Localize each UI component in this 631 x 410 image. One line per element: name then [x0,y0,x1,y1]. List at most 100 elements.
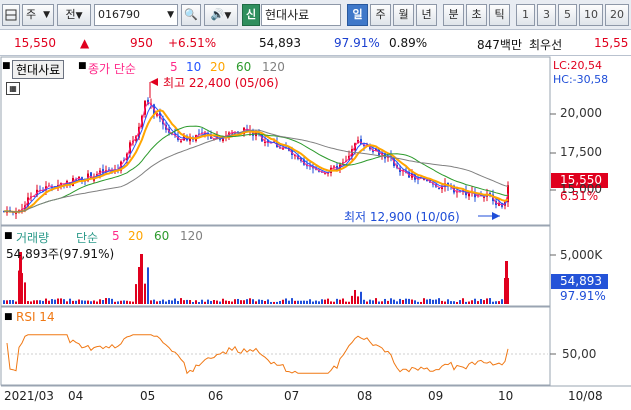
stock-title-box[interactable]: 현대사료 [12,60,65,79]
period-tick-button[interactable]: 틱 [489,4,510,26]
grid-toggle-icon[interactable]: ▦ [6,82,20,95]
volume-bar [447,299,449,304]
volume-bar [93,300,95,304]
volume-bar [498,301,500,304]
candle-body [483,196,485,198]
period-day-button[interactable]: 일 [347,4,368,26]
interval-1-button[interactable]: 1 [516,4,535,26]
volume-bar [360,291,362,304]
volume-bar [450,301,452,304]
volume-bar [84,300,86,304]
volume-bar [483,300,485,304]
volume-bar [45,298,47,304]
volume-bar [192,301,194,304]
volume-spike-bar [140,254,143,304]
volume-bar [24,282,26,304]
up-arrow-icon: ▲ [80,36,90,50]
period-year-button[interactable]: 년 [416,4,437,26]
volume-bar [249,298,251,304]
low-note: 최저 12,900 (10/06) [344,210,460,224]
volume-bar [243,300,245,304]
interval-10-label: 10 [584,8,598,21]
volume-bar [306,300,308,304]
period-minute-label: 분 [448,8,459,21]
volume-bar [300,300,302,304]
volume-value: 54,893 [259,36,301,50]
volume-bar [258,299,260,304]
volume-bar [405,298,407,304]
price-axis-17500: 17,500 [560,145,602,159]
best-ask-label: 최우선 [529,38,563,52]
rsi-axis-50: 50,00 [562,347,597,361]
volume-ma-120: 120 [180,229,203,243]
volume-bar [477,301,479,304]
interval-20-label: 20 [610,8,624,21]
x-label-06: 06 [208,389,224,403]
period-second-button[interactable]: 초 [466,4,487,26]
chevron-down-icon: ▼ [75,11,83,21]
volume-bar [420,301,422,304]
volume-ma-60: 60 [154,229,170,243]
x-label-10: 10 [498,389,514,403]
volume-bar [228,300,230,304]
candle-body [324,173,326,175]
volume-bar [441,300,443,304]
volume-bar [27,301,29,304]
volume-bar [252,299,254,304]
interval-5-button[interactable]: 5 [558,4,577,26]
period-second-label: 초 [471,8,482,21]
sound-button[interactable]: 🔊▼ [204,4,238,26]
volume-bar [81,300,83,304]
interval-20-button[interactable]: 20 [605,4,629,26]
volume-bar [471,300,473,304]
toolbar: 주 ▼ 전▼ 016790 ▼ 🔍 🔊▼ 신 현대사료 일 주 월 년 분 초 … [0,0,631,30]
volume-bar [333,301,335,304]
volume-bar [36,300,38,304]
volume-bar [123,300,125,304]
layout-icon[interactable] [2,4,20,26]
interval-10-button[interactable]: 10 [579,4,603,26]
volume-bar [135,284,137,304]
volume-ma-label: 단순 [76,231,99,245]
volume-bar [438,298,440,304]
high-note: 최고 22,400 (05/06) [163,76,279,90]
interval-3-button[interactable]: 3 [537,4,556,26]
volume-bar [72,300,74,304]
volume-bar [399,298,401,304]
volume-bar [207,299,209,304]
mode-button[interactable]: 전▼ [57,4,91,26]
volume-bar [426,299,428,304]
volume-bar [168,299,170,304]
volume-bar [138,266,140,304]
stock-name-field[interactable]: 현대사료 [261,4,341,26]
volume-bar [159,300,161,304]
current-price-tag-label: 15,550 [560,173,602,187]
volume-bar [183,300,185,304]
period-type-select[interactable]: 주 ▼ [22,4,54,26]
volume-bar [39,300,41,304]
volume-bar [162,299,164,304]
period-week-button[interactable]: 주 [370,4,391,26]
volume-bar [414,300,416,304]
candle-body [102,169,104,174]
volume-bar [270,301,272,304]
volume-bar [12,300,14,304]
volume-bar [69,298,71,304]
volume-bar [9,300,11,304]
volume-bar [3,300,5,304]
volume-bar [78,299,80,304]
stock-code-input[interactable]: 016790 ▼ [94,4,178,26]
volume-bar [294,300,296,304]
volume-bar [201,299,203,304]
current-volume-pct: 97.91% [560,289,606,303]
volume-bar [492,301,494,304]
search-button[interactable]: 🔍 [181,4,201,26]
volume-bar [105,298,107,304]
period-month-button[interactable]: 월 [393,4,414,26]
period-minute-button[interactable]: 분 [443,4,464,26]
volume-bar [189,300,191,304]
stock-chart[interactable]: ■ 현대사료 ■ 종가 단순 5 10 20 60 120 ▦ 최고 22,40… [0,56,631,410]
volume-bar [240,300,242,304]
stock-name-value: 현대사료 [265,8,310,22]
volume-bar [90,301,92,304]
